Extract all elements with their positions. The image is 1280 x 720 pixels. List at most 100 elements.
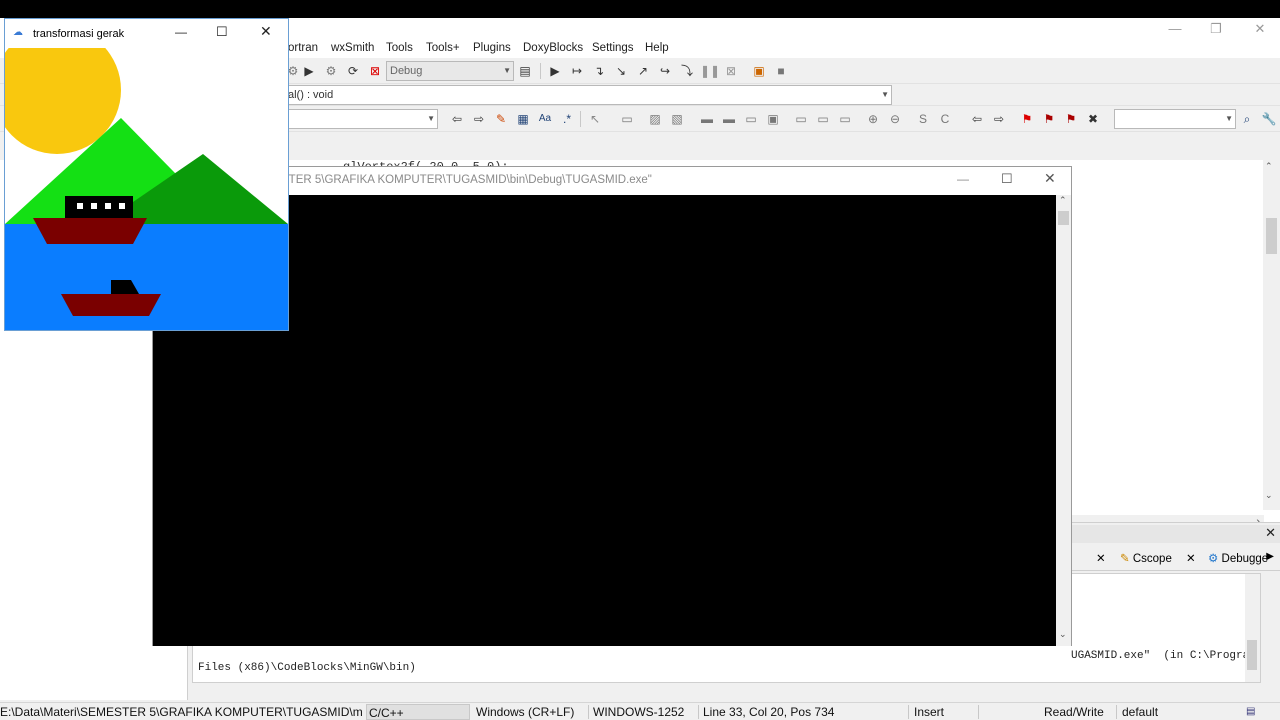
- chevron-up-icon[interactable]: ⌃: [1059, 195, 1067, 206]
- run-to-cursor-icon[interactable]: ↦: [568, 62, 586, 80]
- console-vertical-scrollbar[interactable]: ⌃ ⌄: [1056, 195, 1071, 646]
- graphics-titlebar[interactable]: ☁ transformasi gerak — ☐ ✕: [5, 19, 288, 48]
- tab-debugger-label: Debugge: [1221, 553, 1269, 565]
- status-file-path: E:\Data\Materi\SEMESTER 5\GRAFIKA KOMPUT…: [0, 705, 362, 719]
- step-out-icon[interactable]: ↗: [634, 62, 652, 80]
- ship-hull: [33, 218, 147, 244]
- ide-minimize-button[interactable]: —: [1155, 20, 1195, 38]
- debug-start-icon[interactable]: ▶: [546, 62, 564, 80]
- image-icon[interactable]: ▨: [646, 110, 664, 128]
- menu-help[interactable]: Help: [645, 42, 669, 54]
- scroll-thumb[interactable]: [1247, 640, 1257, 670]
- stop-icon[interactable]: ⊠: [722, 62, 740, 80]
- close-icon[interactable]: ✕: [1044, 170, 1056, 187]
- text-block-icon[interactable]: ▧: [668, 110, 686, 128]
- keyboard-layout-icon[interactable]: ▤: [1246, 704, 1264, 720]
- chevron-right-icon[interactable]: ▶: [1266, 551, 1274, 562]
- c-icon[interactable]: C: [936, 110, 954, 128]
- minimize-icon[interactable]: —: [175, 25, 187, 39]
- highlight-icon[interactable]: ✎: [492, 110, 510, 128]
- shape-b-icon[interactable]: ▭: [814, 110, 832, 128]
- bookmark-icon[interactable]: ⚑: [1018, 110, 1036, 128]
- function-scope-value: al() : void: [288, 89, 334, 101]
- next-line-icon[interactable]: ↴: [590, 62, 608, 80]
- tab-debugger[interactable]: ⚙ Debugge: [1204, 550, 1272, 570]
- ide-close-button[interactable]: ✕: [1240, 20, 1280, 38]
- next-bookmark-icon[interactable]: ⚑: [1062, 110, 1080, 128]
- chevron-down-icon[interactable]: ⌄: [1059, 629, 1067, 640]
- maximize-icon[interactable]: ☐: [1001, 171, 1013, 187]
- jump-back-icon[interactable]: ⇦: [448, 110, 466, 128]
- match-case-icon[interactable]: Aa: [536, 110, 554, 128]
- prev-icon[interactable]: ⇦: [968, 110, 986, 128]
- boat-hull: [61, 294, 161, 316]
- scroll-thumb[interactable]: [1058, 211, 1069, 225]
- prev-bookmark-icon[interactable]: ⚑: [1040, 110, 1058, 128]
- block-icon[interactable]: ▭: [618, 110, 636, 128]
- menu-plugins[interactable]: Plugins: [473, 42, 511, 54]
- step-instruction-icon[interactable]: ⤵: [678, 62, 696, 80]
- chevron-down-icon: ▼: [1225, 114, 1233, 123]
- shape-c-icon[interactable]: ▭: [836, 110, 854, 128]
- abort-icon[interactable]: ⊠: [366, 62, 384, 80]
- menu-wxsmith[interactable]: wxSmith: [331, 42, 374, 54]
- log-line: Files (x86)\CodeBlocks\MinGW\bin): [198, 662, 416, 674]
- s-icon[interactable]: S: [914, 110, 932, 128]
- target-options-icon[interactable]: ▤: [516, 62, 534, 80]
- menu-doxyblocks[interactable]: DoxyBlocks: [523, 42, 583, 54]
- next-instruction-icon[interactable]: ↪: [656, 62, 674, 80]
- graphics-window[interactable]: ☁ transformasi gerak — ☐ ✕: [4, 18, 289, 331]
- quick-search-input[interactable]: ▼: [1114, 109, 1236, 129]
- rebuild-icon[interactable]: ⟳: [344, 62, 362, 80]
- close-icon[interactable]: ✕: [1182, 550, 1200, 570]
- regex-icon[interactable]: .*: [558, 110, 576, 128]
- chevron-down-icon[interactable]: ⌄: [1265, 490, 1273, 501]
- menu-settings[interactable]: Settings: [592, 42, 634, 54]
- jump-forward-icon[interactable]: ⇨: [470, 110, 488, 128]
- pause-icon[interactable]: ❚❚: [700, 62, 720, 80]
- menu-tools-plus[interactable]: Tools+: [426, 42, 460, 54]
- layout-d-icon[interactable]: ▣: [764, 110, 782, 128]
- build-target-select[interactable]: Debug ▼: [386, 61, 514, 81]
- next-icon[interactable]: ⇨: [990, 110, 1008, 128]
- function-scope-select[interactable]: al() : void ▼: [284, 85, 892, 105]
- tab-cscope[interactable]: ✎ Cscope: [1116, 550, 1176, 570]
- status-mode: Insert: [914, 705, 945, 719]
- shape-a-icon[interactable]: ▭: [792, 110, 810, 128]
- debug-windows-icon[interactable]: ▣: [750, 62, 768, 80]
- wrench-icon[interactable]: 🔧: [1260, 110, 1278, 128]
- ide-restore-button[interactable]: ❐: [1196, 20, 1236, 38]
- close-icon[interactable]: ✕: [1265, 525, 1276, 541]
- search-icon[interactable]: ⌕: [1238, 110, 1256, 128]
- status-position: Line 33, Col 20, Pos 734: [703, 705, 835, 719]
- step-into-icon[interactable]: ↘: [612, 62, 630, 80]
- select-icon[interactable]: ▦: [514, 110, 532, 128]
- layout-a-icon[interactable]: ▬: [698, 110, 716, 128]
- menu-fortran[interactable]: ortran: [288, 42, 318, 54]
- clear-bookmarks-icon[interactable]: ✖: [1084, 110, 1102, 128]
- minimize-icon[interactable]: —: [957, 172, 969, 186]
- tab-cscope-label: Cscope: [1132, 553, 1172, 565]
- close-icon[interactable]: ✕: [260, 23, 272, 40]
- close-icon[interactable]: ✕: [1092, 550, 1110, 570]
- console-titlebar[interactable]: STER 5\GRAFIKA KOMPUTER\TUGASMID\bin\Deb…: [153, 167, 1071, 195]
- maximize-icon[interactable]: ☐: [216, 24, 228, 40]
- console-window[interactable]: STER 5\GRAFIKA KOMPUTER\TUGASMID\bin\Deb…: [152, 166, 1072, 646]
- zoom-in-icon[interactable]: ⊕: [864, 110, 882, 128]
- menu-tools[interactable]: Tools: [386, 42, 413, 54]
- chevron-up-icon[interactable]: ⌃: [1265, 161, 1273, 172]
- layout-c-icon[interactable]: ▭: [742, 110, 760, 128]
- status-theme: default: [1122, 705, 1159, 719]
- debug-info-icon[interactable]: ■: [772, 62, 790, 80]
- build-run-icon[interactable]: ⚙: [322, 62, 340, 80]
- zoom-out-icon[interactable]: ⊖: [886, 110, 904, 128]
- editor-vertical-scrollbar[interactable]: ⌃ ⌄: [1263, 160, 1280, 510]
- pointer-icon[interactable]: ↖: [586, 110, 604, 128]
- search-scope-select[interactable]: ▼: [284, 109, 438, 129]
- scroll-thumb[interactable]: [1266, 218, 1277, 254]
- status-divider: [978, 705, 979, 719]
- log-vertical-scrollbar[interactable]: [1245, 574, 1260, 682]
- run-icon[interactable]: ▶: [300, 62, 318, 80]
- layout-b-icon[interactable]: ▬: [720, 110, 738, 128]
- status-access: Read/Write: [1044, 705, 1104, 719]
